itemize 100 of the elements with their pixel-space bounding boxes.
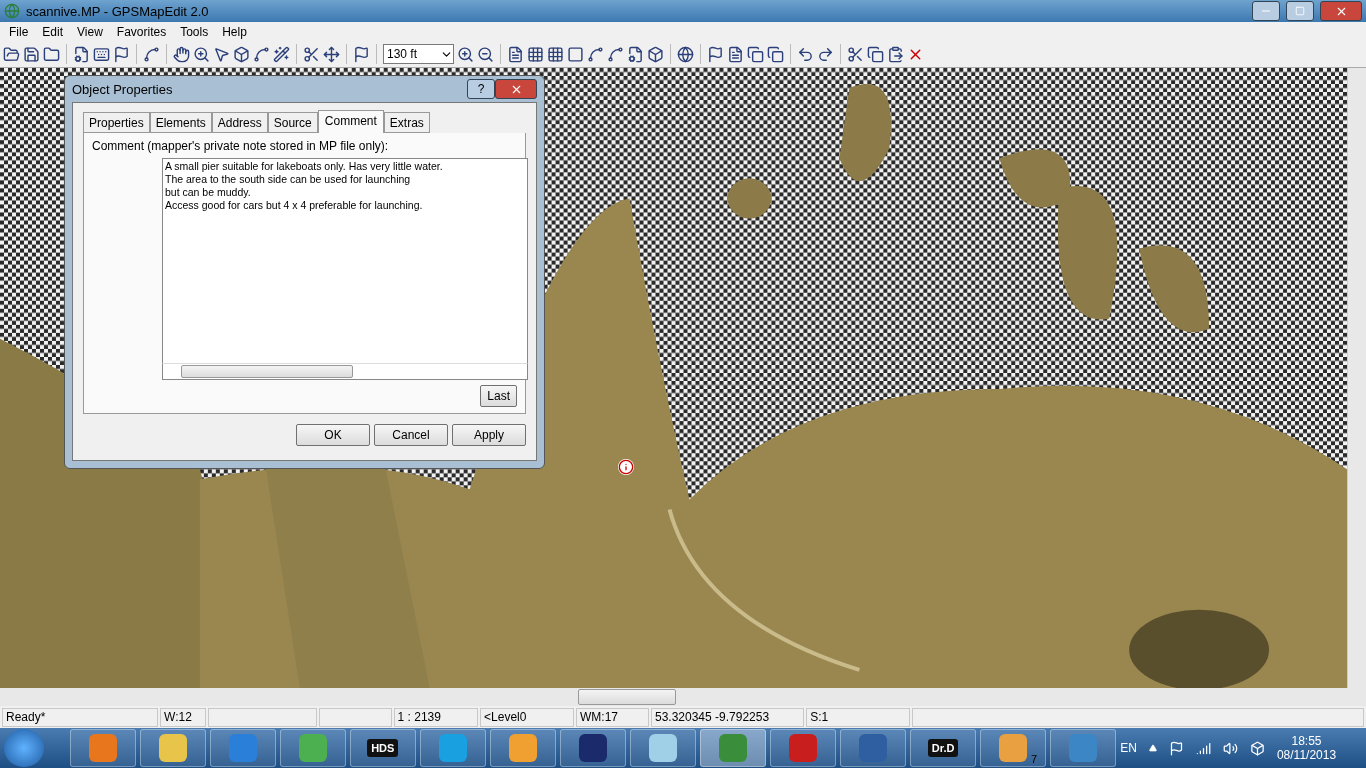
app-label: Dr.D [927,739,959,757]
toolbar-icon[interactable] [607,45,624,63]
tab[interactable]: Extras [383,112,430,133]
menu-item[interactable]: File [2,24,36,39]
tab[interactable]: Source [267,112,318,133]
help-button[interactable]: ? [467,79,495,99]
toolbar-icon[interactable] [457,45,474,63]
toolbar-icon[interactable] [797,45,814,63]
toolbar-icon[interactable] [93,45,110,63]
toolbar-icon[interactable] [323,45,340,63]
app-icon [438,734,467,762]
taskbar-button[interactable] [209,729,276,767]
menu-item[interactable]: Help [215,24,254,39]
close-button[interactable] [1320,1,1362,21]
maximize-icon [1295,6,1305,16]
taskbar-button[interactable]: 7 [980,729,1047,767]
start-button[interactable] [4,729,44,767]
tab[interactable]: Comment [317,110,384,133]
scale-combo[interactable]: 130 ft [383,44,454,64]
dialog-button[interactable]: Cancel [374,424,448,446]
app-icon [859,734,888,762]
toolbar-icon[interactable] [233,45,250,63]
toolbar-icon[interactable] [727,45,744,63]
taskbar-button[interactable]: HDS [349,729,416,767]
minimize-button[interactable] [1252,1,1280,21]
toolbar-icon[interactable] [193,45,210,63]
taskbar-button[interactable]: Dr.D [910,729,977,767]
speaker-icon[interactable] [1222,740,1238,756]
app-icon [298,734,327,762]
toolbar-icon[interactable] [273,45,290,63]
vertical-scrollbar[interactable] [1347,68,1366,688]
toolbar-icon[interactable] [477,45,494,63]
menu-item[interactable]: Edit [35,24,71,39]
comment-field[interactable]: A small pier suitable for lakeboats only. Has very little water. The area to the south side can be used for launching but can be muddy. Access good for cars but 4 x 4 preferable for launching. [162,158,528,363]
toolbar-icon[interactable] [23,45,40,63]
status-cell: WM:17 [576,707,649,727]
toolbar-icon[interactable] [547,45,564,63]
toolbar-icon[interactable] [213,45,230,63]
toolbar-icon[interactable] [3,45,20,63]
toolbar-icon[interactable] [253,45,270,63]
taskbar-button[interactable] [840,729,907,767]
last-button[interactable]: Last [480,385,517,407]
tab[interactable]: Properties [83,112,150,133]
toolbar-icon[interactable] [303,45,320,63]
taskbar-button[interactable] [69,729,136,767]
app-icon [158,734,187,762]
toolbar-icon[interactable] [867,45,884,63]
taskbar-button[interactable] [1050,729,1117,767]
menu-item[interactable]: Tools [173,24,216,39]
tab[interactable]: Elements [149,112,212,133]
scrollbar-thumb[interactable] [181,365,353,378]
taskbar-button[interactable] [559,729,626,767]
toolbar-icon[interactable] [353,45,370,63]
toolbar-icon[interactable] [143,45,160,63]
toolbar-icon[interactable] [817,45,834,63]
toolbar-icon[interactable] [113,45,130,63]
taskbar-button[interactable] [279,729,346,767]
clock-time[interactable]: 18:55 [1291,734,1322,748]
dialog-button[interactable]: Apply [452,424,526,446]
taskbar-button[interactable] [139,729,206,767]
box-icon[interactable] [1249,740,1265,756]
toolbar-icon[interactable] [887,45,904,63]
app-icon [88,734,117,762]
menu-item[interactable]: View [70,24,110,39]
clock-date[interactable]: 08/11/2013 [1276,748,1337,762]
dialog-button[interactable]: OK [296,424,370,446]
menu-item[interactable]: Favorites [109,24,174,39]
taskbar-button[interactable] [770,729,837,767]
toolbar-icon[interactable] [527,45,544,63]
toolbar-icon[interactable] [647,45,664,63]
toolbar-icon[interactable] [707,45,724,63]
app-icon [578,734,607,762]
toolbar-icon[interactable] [767,45,784,63]
taskbar-button[interactable] [489,729,556,767]
app-icon [789,734,818,762]
toolbar-icon[interactable] [847,45,864,63]
scrollbar-thumb[interactable] [578,689,676,705]
language-indicator[interactable]: EN [1120,741,1137,755]
flag-icon[interactable] [1168,740,1184,756]
tray-arrow-icon[interactable] [1148,744,1157,752]
toolbar-icon[interactable] [747,45,764,63]
app-icon [999,734,1028,762]
toolbar-icon[interactable] [43,45,60,63]
toolbar-icon[interactable] [73,45,90,63]
toolbar-icon[interactable] [567,45,584,63]
status-cell: W:12 [160,707,207,727]
status-cell: <Level0 [480,707,574,727]
status-cell: 1 : 2139 [393,707,479,727]
maximize-button[interactable] [1286,1,1314,21]
toolbar-icon[interactable] [587,45,604,63]
taskbar-button[interactable] [629,729,696,767]
app-icon [1069,734,1098,762]
tab[interactable]: Address [211,112,268,133]
close-button[interactable] [495,79,537,99]
taskbar-button[interactable] [419,729,486,767]
toolbar-icon[interactable] [173,45,190,63]
toolbar-icon[interactable] [677,45,694,63]
toolbar-icon[interactable] [627,45,644,63]
signal-icon[interactable] [1195,740,1211,756]
toolbar-icon[interactable] [507,45,524,63]
